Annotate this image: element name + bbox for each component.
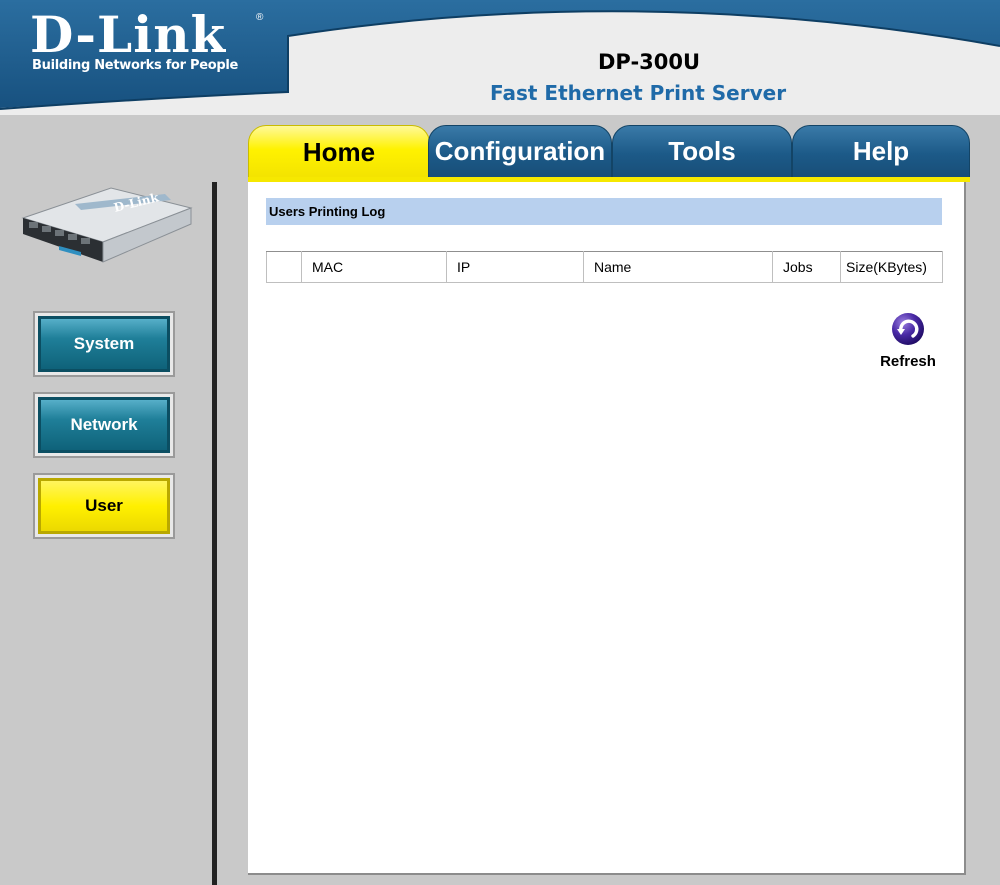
print-server-device-icon: D-Link: [15, 182, 193, 269]
tab-tools-label: Tools: [668, 136, 736, 166]
tab-configuration[interactable]: Configuration: [428, 125, 612, 178]
refresh-button[interactable]: Refresh: [876, 312, 940, 370]
sidebar-item-user-label: User: [85, 496, 123, 515]
column-header-size: Size(KBytes): [840, 251, 943, 283]
section-title: Users Printing Log: [269, 204, 386, 219]
model-name: DP-300U: [598, 50, 701, 74]
header-banner: D-Link ® Building Networks for People DP…: [0, 0, 1000, 115]
printing-log-table: MAC IP Name Jobs Size(KBytes): [266, 251, 943, 283]
tab-home[interactable]: Home: [248, 125, 430, 178]
content-panel: Users Printing Log MAC IP Name Jobs Size…: [248, 182, 966, 875]
sidebar-divider: [212, 182, 217, 885]
sidebar-item-system-label: System: [73, 334, 135, 353]
registered-mark: ®: [256, 12, 264, 23]
refresh-icon: [892, 313, 924, 345]
column-header-name: Name: [583, 251, 773, 283]
column-header-ip: IP: [446, 251, 584, 283]
dlink-logo: D-Link: [30, 5, 227, 64]
product-name: Fast Ethernet Print Server: [490, 81, 787, 105]
section-title-bar: Users Printing Log: [266, 198, 942, 225]
tab-tools[interactable]: Tools: [612, 125, 792, 178]
tab-help[interactable]: Help: [792, 125, 970, 178]
tab-help-label: Help: [852, 136, 910, 166]
sidebar-item-user[interactable]: User: [33, 473, 175, 539]
refresh-label: Refresh: [880, 353, 936, 370]
tab-configuration-label: Configuration: [434, 136, 606, 166]
logo-tagline: Building Networks for People: [32, 58, 239, 73]
sidebar-item-system[interactable]: System: [33, 311, 175, 377]
tab-home-label: Home: [302, 136, 376, 167]
sidebar-item-network-label: Network: [70, 415, 138, 434]
column-header-select: [266, 251, 302, 283]
column-header-mac: MAC: [301, 251, 447, 283]
sidebar-item-network[interactable]: Network: [33, 392, 175, 458]
column-header-jobs: Jobs: [772, 251, 841, 283]
table-header-row: MAC IP Name Jobs Size(KBytes): [266, 251, 943, 283]
